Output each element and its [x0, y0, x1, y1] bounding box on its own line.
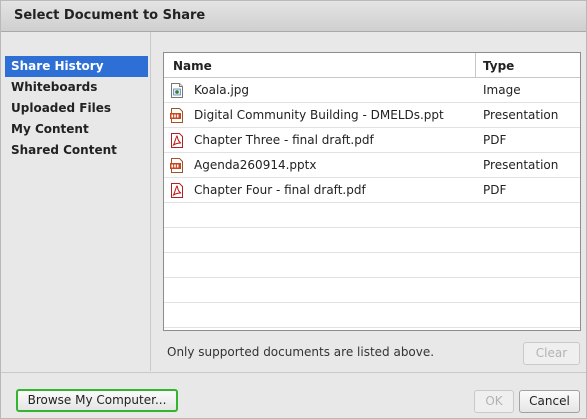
- image-file-icon: [171, 83, 183, 98]
- file-row[interactable]: Digital Community Building - DMELDs.ppt …: [164, 103, 580, 128]
- clear-button[interactable]: Clear: [523, 342, 580, 365]
- file-type: Presentation: [483, 108, 559, 122]
- file-list-header: Name Type: [164, 53, 580, 78]
- file-type: PDF: [483, 183, 507, 197]
- empty-row: [164, 253, 580, 278]
- empty-row: [164, 278, 580, 303]
- empty-row: [164, 303, 580, 328]
- sidebar-item-my-content[interactable]: My Content: [5, 119, 148, 140]
- supported-documents-note: Only supported documents are listed abov…: [167, 345, 435, 359]
- empty-row: [164, 203, 580, 228]
- sidebar-item-shared-content[interactable]: Shared Content: [5, 140, 148, 161]
- file-name: Chapter Three - final draft.pdf: [194, 133, 374, 147]
- empty-row: [164, 228, 580, 253]
- sidebar-item-share-history[interactable]: Share History: [5, 56, 148, 77]
- pdf-file-icon: [171, 183, 183, 198]
- ok-button[interactable]: OK: [474, 390, 514, 413]
- file-row[interactable]: Chapter Three - final draft.pdf PDF: [164, 128, 580, 153]
- file-name: Koala.jpg: [194, 83, 250, 97]
- select-document-dialog: Select Document to Share Share History W…: [0, 0, 587, 419]
- presentation-file-icon: [170, 108, 183, 123]
- browse-my-computer-button[interactable]: Browse My Computer...: [16, 389, 178, 412]
- file-type: PDF: [483, 133, 507, 147]
- title-bar[interactable]: Select Document to Share: [1, 1, 586, 32]
- file-row[interactable]: Koala.jpg Image: [164, 78, 580, 103]
- file-name: Digital Community Building - DMELDs.ppt: [194, 108, 444, 122]
- file-row[interactable]: Chapter Four - final draft.pdf PDF: [164, 178, 580, 203]
- pdf-file-icon: [171, 133, 183, 148]
- file-type: Image: [483, 83, 521, 97]
- sidebar: Share History Whiteboards Uploaded Files…: [5, 56, 148, 356]
- file-name: Agenda260914.pptx: [194, 158, 317, 172]
- column-header-name[interactable]: Name: [173, 53, 212, 78]
- sidebar-divider: [150, 32, 151, 371]
- cancel-button[interactable]: Cancel: [519, 390, 580, 413]
- file-name: Chapter Four - final draft.pdf: [194, 183, 366, 197]
- column-header-type[interactable]: Type: [483, 53, 514, 78]
- file-row[interactable]: Agenda260914.pptx Presentation: [164, 153, 580, 178]
- sidebar-item-whiteboards[interactable]: Whiteboards: [5, 77, 148, 98]
- file-type: Presentation: [483, 158, 559, 172]
- presentation-file-icon: [170, 158, 183, 173]
- sidebar-item-uploaded-files[interactable]: Uploaded Files: [5, 98, 148, 119]
- dialog-title: Select Document to Share: [14, 8, 206, 23]
- column-separator[interactable]: [475, 53, 476, 78]
- file-list: Name Type Koala.jpg Image Digital Commun…: [163, 52, 581, 331]
- footer-divider: [1, 372, 586, 373]
